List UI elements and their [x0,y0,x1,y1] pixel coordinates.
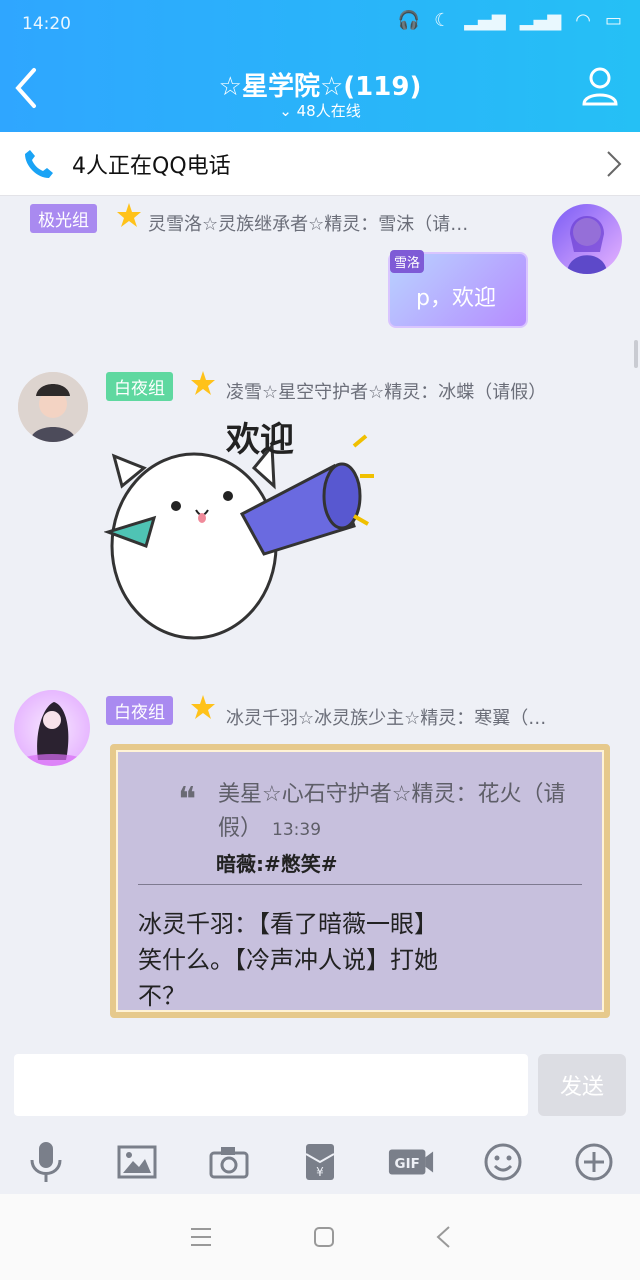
gif-icon: GIF [389,1149,434,1175]
headphone-icon: 🎧 [397,10,421,31]
more-button[interactable] [570,1138,618,1186]
star-icon [191,371,215,395]
status-time: 14:20 [22,14,71,34]
moon-icon: ☾ [434,10,451,31]
input-bar: 发送 [0,1046,640,1130]
sender-name[interactable]: 灵雪洛☆灵族继承者☆精灵：雪沫（请… [148,210,528,236]
wifi-icon: ◠ [575,10,591,31]
avatar-image [22,702,82,766]
divider [138,884,582,885]
emoji-button[interactable] [479,1138,527,1186]
microphone-icon [30,1142,62,1182]
bubble-tag: 雪洛 [390,250,425,273]
chevron-down-icon: ⌄ [279,102,292,120]
badge-label: 白夜组 [114,703,165,723]
avatar[interactable] [18,372,88,442]
status-icons: 🎧 ☾ ▂▄▆ ▂▄▆ ◠ ▭ [398,10,622,31]
message-text: p，欢迎 [416,286,496,311]
avatar[interactable] [14,690,90,766]
reply-bubble[interactable]: ❝ 美星☆心石守护者☆精灵：花火（请假） 13:39 暗薇:#憋笑# 冰灵千羽：【… [110,744,610,1018]
group-title[interactable]: ☆星学院☆(119) [0,66,640,103]
group-badge: 极光组 [30,204,97,233]
back-nav-icon[interactable] [435,1225,451,1249]
quoted-text: 暗薇:#憋笑# [216,852,338,876]
message-text: 冰灵千羽：【看了暗薇一眼】笑什么。【冷声冲人说】打她不？ [138,910,438,1010]
system-nav-bar [0,1194,640,1280]
message-bubble[interactable]: 雪洛 p，欢迎 [388,250,528,328]
quote-icon: ❝ [178,780,197,820]
message-input[interactable] [14,1054,528,1116]
image-button[interactable] [113,1138,161,1186]
badge-label: 白夜组 [114,379,165,399]
online-count[interactable]: ⌄ 48人在线 [0,100,640,121]
voice-button[interactable] [22,1138,70,1186]
group-profile-button[interactable] [580,64,624,112]
star-icon [191,695,215,719]
toolbar: ¥ GIF [0,1130,640,1194]
online-count-label: 48人在线 [296,102,361,120]
scrollbar[interactable] [634,340,638,368]
message-list[interactable]: 极光组 灵雪洛☆灵族继承者☆精灵：雪沫（请… 雪洛 p，欢迎 白夜组 凌雪☆星空… [0,196,640,1046]
camera-icon [209,1147,249,1179]
group-badge: 白夜组 [106,696,173,725]
call-bar[interactable]: 4人正在QQ电话 [0,132,640,196]
signal-icon: ▂▄▆ [519,10,562,31]
svg-text:¥: ¥ [316,1165,324,1179]
battery-icon: ▭ [604,10,622,31]
plus-icon [575,1143,613,1181]
sender-name[interactable]: 凌雪☆星空守护者☆精灵：冰蝶（请假） [226,378,606,404]
chat-header: 14:20 🎧 ☾ ▂▄▆ ▂▄▆ ◠ ▭ ☆星学院☆(119) ⌄ 48人在线 [0,0,640,132]
sticker-caption: 欢迎 [226,420,294,460]
avatar[interactable] [552,204,622,274]
badge-label: 极光组 [38,211,89,231]
call-bar-text: 4人正在QQ电话 [72,153,231,179]
quoted-header: 美星☆心石守护者☆精灵：花火（请假） 13:39 [218,778,578,847]
camera-button[interactable] [205,1138,253,1186]
chevron-right-icon [607,151,622,177]
send-button[interactable]: 发送 [538,1054,626,1116]
red-packet-button[interactable]: ¥ [296,1138,344,1186]
quoted-author: 美星☆心石守护者☆精灵：花火（请假） [218,782,566,841]
red-packet-icon: ¥ [305,1144,335,1180]
star-icon [117,203,141,227]
sender-name[interactable]: 冰灵千羽☆冰灵族少主☆精灵：寒翼（… [226,704,614,730]
gif-button[interactable]: GIF [387,1138,435,1186]
avatar-image [567,216,607,274]
user-icon [582,67,618,106]
group-badge: 白夜组 [106,372,173,401]
svg-text:GIF: GIF [395,1157,420,1172]
home-icon[interactable] [313,1226,335,1248]
quoted-time: 13:39 [272,820,322,840]
menu-icon[interactable] [189,1226,213,1248]
phone-icon [25,149,53,178]
signal-icon: ▂▄▆ [464,10,506,31]
avatar-image [18,372,88,442]
emoji-icon [484,1143,522,1181]
image-icon [117,1145,157,1179]
